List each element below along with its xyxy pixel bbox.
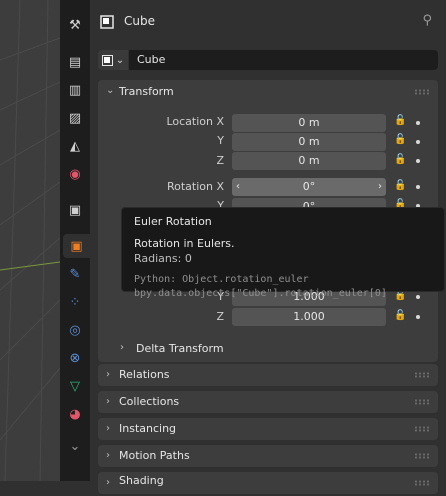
location-y-field[interactable]: 0 m (232, 133, 386, 151)
particles-icon[interactable]: ⁘ (63, 290, 87, 314)
chevron-right-icon: › (120, 342, 124, 353)
object-cube-icon (100, 15, 114, 29)
lock-icon[interactable]: 🔓 (394, 154, 406, 165)
panel-title: Motion Paths (119, 449, 190, 462)
tooltip-title: Euler Rotation (134, 215, 212, 228)
object-name-field: ⌄ Cube (98, 50, 438, 70)
lock-icon[interactable]: 🔓 (394, 115, 406, 126)
instancing-panel[interactable]: › Instancing (98, 418, 438, 440)
view-layer-icon[interactable]: ▨ (63, 106, 87, 130)
shading-panel[interactable]: › Shading (98, 472, 438, 494)
relations-panel[interactable]: › Relations (98, 364, 438, 386)
collections-panel-header: › Collections (98, 391, 438, 415)
motion-paths-panel-header: › Motion Paths (98, 445, 438, 469)
lock-icon[interactable]: 🔓 (394, 134, 406, 145)
data-icon[interactable]: ▽ (63, 374, 87, 398)
panel-title: Relations (119, 368, 170, 381)
drag-grip-icon[interactable] (414, 89, 430, 95)
collection-icon[interactable]: ▣ (63, 198, 87, 222)
object-cube-icon (101, 54, 113, 66)
properties-tab-bar: ⚒ ▤ ▥ ▨ ◭ ◉ ▣ ▣ ✎ ⁘ ◎ ⊗ ▽ ◕ ⌄ (60, 0, 90, 481)
tooltip-python-path: bpy.data.objects["Cube"].rotation_euler[… (134, 288, 387, 299)
constraints-icon[interactable]: ⊗ (63, 346, 87, 370)
delta-transform-header[interactable]: › Delta Transform (106, 338, 430, 360)
world-icon[interactable]: ◉ (63, 162, 87, 186)
material-icon[interactable]: ◕ (63, 402, 87, 426)
object-icon[interactable]: ▣ (63, 234, 90, 258)
keyframe-dot-icon[interactable] (416, 159, 420, 163)
drag-grip-icon[interactable] (414, 399, 430, 405)
location-x-field[interactable]: 0 m (232, 114, 386, 132)
location-z-field[interactable]: 0 m (232, 152, 386, 170)
scale-z-field[interactable]: 1.000 (232, 308, 386, 326)
chevron-left-icon[interactable]: ‹ (236, 178, 240, 196)
relations-panel-header: › Relations (98, 364, 438, 388)
physics-icon[interactable]: ◎ (63, 318, 87, 342)
instancing-panel-header: › Instancing (98, 418, 438, 442)
keyframe-dot-icon[interactable] (416, 140, 420, 144)
object-title: Cube (124, 14, 155, 28)
location-z-label: Z (216, 154, 224, 167)
rotation-x-value: 0° (302, 180, 316, 193)
rotation-x-label: Rotation X (166, 180, 224, 193)
chevron-right-icon: › (106, 369, 110, 380)
drag-grip-icon[interactable] (414, 372, 430, 378)
keyframe-dot-icon[interactable] (416, 121, 420, 125)
panel-title: Instancing (119, 422, 177, 435)
render-icon[interactable]: ▤ (63, 50, 87, 74)
lock-icon[interactable]: 🔓 (394, 180, 406, 191)
collections-panel[interactable]: › Collections (98, 391, 438, 413)
drag-grip-icon[interactable] (414, 453, 430, 459)
delta-transform-title: Delta Transform (136, 342, 224, 355)
chevron-right-icon: › (106, 477, 110, 488)
panel-title: Collections (119, 395, 180, 408)
tooltip: Euler Rotation Rotation in Eulers. Radia… (121, 207, 445, 299)
lock-icon[interactable]: 🔓 (394, 310, 406, 321)
rotation-x-field[interactable]: ‹ 0° › (232, 178, 386, 196)
chevron-right-icon: › (106, 423, 110, 434)
tooltip-value: Radians: 0 (134, 252, 192, 265)
motion-paths-panel[interactable]: › Motion Paths (98, 445, 438, 467)
object-name-input[interactable]: Cube (129, 50, 438, 70)
more-icon[interactable]: ⌄ (63, 434, 87, 458)
scene-icon[interactable]: ◭ (63, 134, 87, 158)
properties-header: Cube ⚲ (90, 0, 446, 44)
shading-panel-header: › Shading (98, 472, 438, 496)
panel-title: Transform (119, 85, 174, 98)
tooltip-python: Python: Object.rotation_euler (134, 274, 309, 285)
scale-z-label: Z (216, 310, 224, 323)
transform-panel-header[interactable]: ⌄ Transform (98, 80, 438, 104)
location-y-label: Y (217, 134, 224, 147)
keyframe-dot-icon[interactable] (416, 315, 420, 319)
pin-icon[interactable]: ⚲ (422, 13, 432, 28)
tooltip-description: Rotation in Eulers. (134, 237, 235, 250)
object-type-dropdown[interactable]: ⌄ (98, 50, 128, 70)
chevron-right-icon[interactable]: › (378, 178, 382, 196)
tool-icon[interactable]: ⚒ (63, 13, 87, 37)
chevron-down-icon: ⌄ (115, 54, 125, 66)
chevron-down-icon: ⌄ (106, 85, 115, 96)
output-icon[interactable]: ▥ (63, 78, 87, 102)
modifier-icon[interactable]: ✎ (63, 262, 87, 286)
drag-grip-icon[interactable] (414, 426, 430, 432)
3d-viewport[interactable] (0, 0, 60, 481)
chevron-right-icon: › (106, 450, 110, 461)
keyframe-dot-icon[interactable] (416, 185, 420, 189)
location-x-label: Location X (166, 115, 224, 128)
chevron-right-icon: › (106, 396, 110, 407)
